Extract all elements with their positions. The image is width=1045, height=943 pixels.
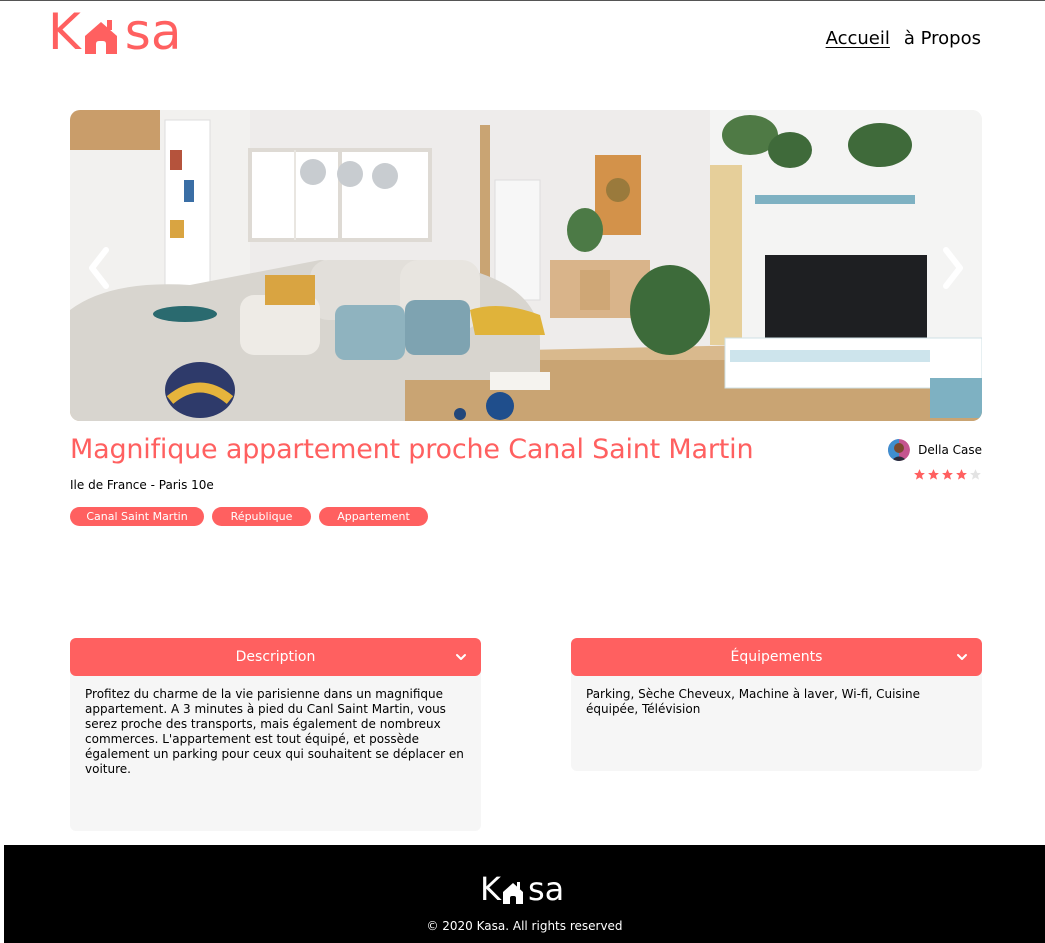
star-icon — [914, 469, 925, 480]
description-body: Profitez du charme de la vie parisienne … — [70, 672, 481, 831]
equipments-collapse: Équipements Parking, Sèche Cheveux, Mach… — [571, 638, 982, 771]
equipments-toggle[interactable]: Équipements — [571, 638, 982, 676]
listing-title: Magnifique appartement proche Canal Sain… — [70, 434, 754, 465]
apartment-photo — [70, 110, 982, 421]
nav-accueil-link[interactable]: Accueil — [826, 28, 890, 49]
equipments-title: Équipements — [730, 649, 823, 665]
tag: Canal Saint Martin — [70, 507, 204, 526]
chevron-down-icon[interactable] — [956, 651, 968, 663]
star-icon — [956, 469, 967, 480]
copyright-text: © 2020 Kasa. All rights reserved — [426, 919, 623, 933]
logo-letters-sa: sa — [124, 3, 182, 61]
footer-logo-letter-k: K — [480, 870, 501, 908]
star-icon — [942, 469, 953, 480]
top-border — [0, 0, 1045, 1]
star-icon — [928, 469, 939, 480]
star-rating — [913, 468, 982, 481]
house-icon — [84, 20, 117, 54]
kasa-logo[interactable]: K sa — [48, 4, 182, 60]
house-icon — [502, 882, 523, 904]
image-slideshow — [70, 110, 982, 421]
nav-a-propos-link[interactable]: à Propos — [904, 28, 981, 49]
main-nav: Accueil à Propos — [826, 28, 981, 49]
chevron-down-icon[interactable] — [455, 651, 467, 663]
tag: Appartement — [319, 507, 428, 526]
star-icon — [970, 469, 981, 480]
host-avatar — [888, 439, 911, 461]
footer: K sa © 2020 Kasa. All rights reserved — [4, 845, 1045, 943]
description-collapse: Description Profitez du charme de la vie… — [70, 638, 481, 831]
footer-logo: K sa — [480, 873, 564, 905]
equipments-body: Parking, Sèche Cheveux, Machine à laver,… — [571, 672, 982, 771]
listing-location: Ile de France - Paris 10e — [70, 478, 214, 492]
tag: République — [212, 507, 311, 526]
host-name: Della Case — [918, 443, 982, 457]
chevron-left-icon[interactable] — [78, 238, 118, 298]
tag-list: Canal Saint Martin République Appartemen… — [70, 507, 428, 526]
chevron-right-icon[interactable] — [934, 238, 974, 298]
description-toggle[interactable]: Description — [70, 638, 481, 676]
footer-logo-letters-sa: sa — [527, 870, 565, 908]
description-title: Description — [235, 649, 316, 665]
host-info: Della Case — [888, 439, 982, 461]
logo-letter-k: K — [48, 3, 81, 61]
